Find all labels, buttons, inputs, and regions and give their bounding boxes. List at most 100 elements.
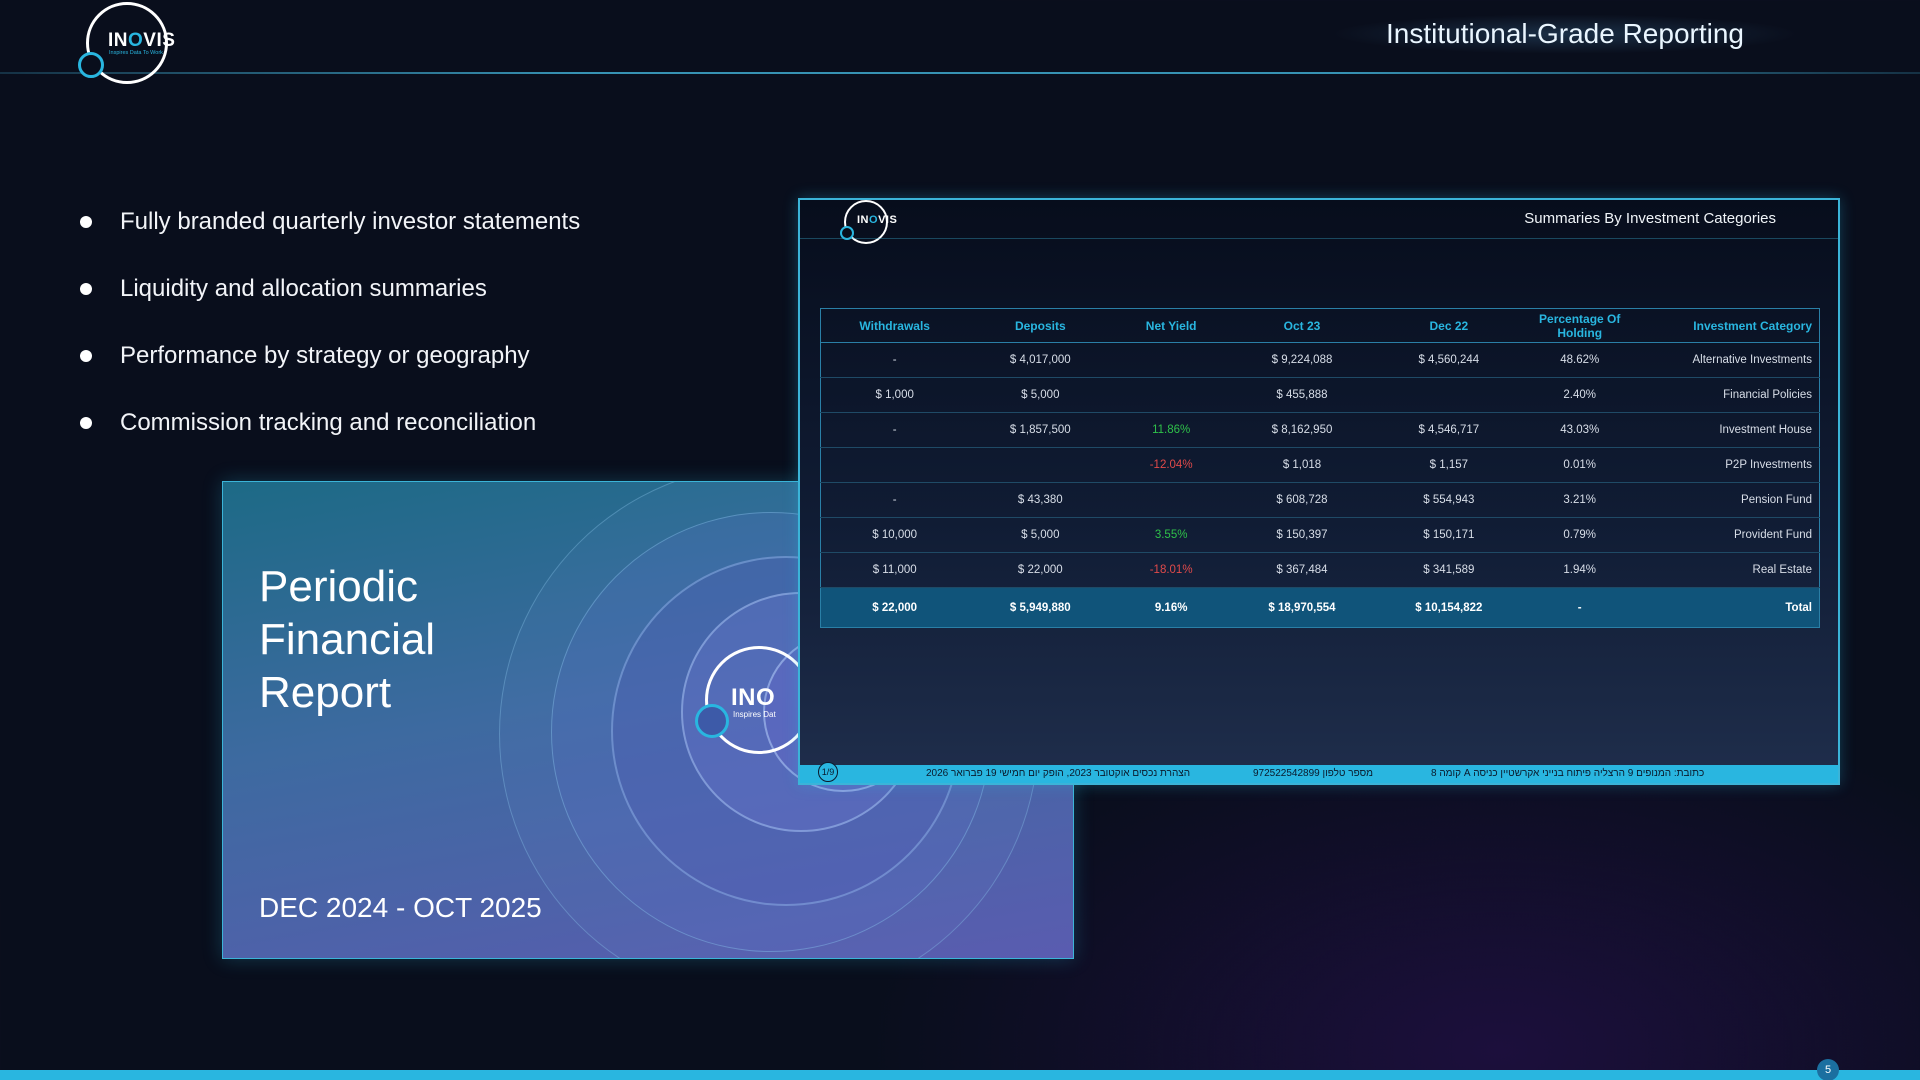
footer-phone: מספר טלפון 972522542899 xyxy=(1253,768,1373,779)
net-yield-cell xyxy=(1112,377,1231,413)
total-withdrawals-cell: $ 22,000 xyxy=(820,587,969,628)
statement-footer: 1/9 הצהרת נכסים אוקטובר 2023, הופק יום ח… xyxy=(800,762,1838,783)
net-yield-cell xyxy=(1112,482,1231,518)
feature-item: Performance by strategy or geography xyxy=(78,322,580,389)
table-row: $ 1,000 $ 5,000 $ 455,888 2.40% Financia… xyxy=(820,377,1820,413)
category-summary-table: Withdrawals Deposits Net Yield Oct 23 De… xyxy=(820,308,1820,628)
net-yield-cell: -12.04% xyxy=(1112,447,1231,483)
oct23-cell: $ 608,728 xyxy=(1230,482,1374,518)
category-cell: Alternative Investments xyxy=(1635,342,1820,378)
bottom-accent-bar xyxy=(0,1070,1920,1080)
category-cell: Real Estate xyxy=(1635,552,1820,588)
withdrawals-cell: $ 11,000 xyxy=(820,552,969,588)
logo-dot-icon xyxy=(78,52,104,78)
column-header: Dec 22 xyxy=(1373,308,1524,343)
dec22-cell: $ 4,560,244 xyxy=(1373,342,1524,378)
dec22-cell: $ 4,546,717 xyxy=(1373,412,1524,448)
category-cell: Investment House xyxy=(1635,412,1820,448)
statement-logo-wordmark: INOVIS xyxy=(857,214,898,226)
feature-text: Performance by strategy or geography xyxy=(120,341,530,369)
cover-logo-wordmark: INO xyxy=(731,684,776,711)
dec22-cell: $ 1,157 xyxy=(1373,447,1524,483)
feature-item: Commission tracking and reconciliation xyxy=(78,389,580,456)
withdrawals-cell: - xyxy=(820,342,969,378)
bullet-icon xyxy=(80,349,92,362)
holding-pct-cell: 0.79% xyxy=(1523,517,1636,553)
table-row: - $ 1,857,500 11.86% $ 8,162,950 $ 4,546… xyxy=(820,412,1820,448)
table-row: -12.04% $ 1,018 $ 1,157 0.01% P2P Invest… xyxy=(820,447,1820,483)
withdrawals-cell: - xyxy=(820,482,969,518)
bullet-icon xyxy=(80,416,92,429)
table-row: - $ 43,380 $ 608,728 $ 554,943 3.21% Pen… xyxy=(820,482,1820,518)
total-dec22-cell: $ 10,154,822 xyxy=(1373,587,1524,628)
category-cell: Pension Fund xyxy=(1635,482,1820,518)
feature-text: Fully branded quarterly investor stateme… xyxy=(120,207,581,235)
total-net-yield-cell: 9.16% xyxy=(1112,587,1231,628)
feature-item: Liquidity and allocation summaries xyxy=(78,255,580,322)
deposits-cell xyxy=(968,447,1113,483)
feature-text: Liquidity and allocation summaries xyxy=(120,274,487,302)
net-yield-cell xyxy=(1112,342,1231,378)
bullet-icon xyxy=(80,282,92,295)
statement-preview: INOVIS Summaries By Investment Categorie… xyxy=(798,198,1840,785)
net-yield-cell: 11.86% xyxy=(1112,412,1231,448)
holding-pct-cell: 3.21% xyxy=(1523,482,1636,518)
withdrawals-cell: $ 10,000 xyxy=(820,517,969,553)
table-row: $ 10,000 $ 5,000 3.55% $ 150,397 $ 150,1… xyxy=(820,517,1820,553)
header-title: Institutional-Grade Reporting xyxy=(1330,14,1800,54)
feature-text: Commission tracking and reconciliation xyxy=(120,408,537,436)
deposits-cell: $ 43,380 xyxy=(968,482,1113,518)
statement-heading: Summaries By Investment Categories xyxy=(1524,210,1776,227)
table-row: - $ 4,017,000 $ 9,224,088 $ 4,560,244 48… xyxy=(820,342,1820,378)
total-row: $ 22,000 $ 5,949,880 9.16% $ 18,970,554 … xyxy=(820,587,1820,628)
deposits-cell: $ 1,857,500 xyxy=(968,412,1113,448)
category-cell: P2P Investments xyxy=(1635,447,1820,483)
net-yield-cell: -18.01% xyxy=(1112,552,1231,588)
column-header: Oct 23 xyxy=(1230,308,1374,343)
holding-pct-cell: 0.01% xyxy=(1523,447,1636,483)
withdrawals-cell: $ 1,000 xyxy=(820,377,969,413)
slide-number-badge: 5 xyxy=(1817,1059,1839,1080)
deposits-cell: $ 5,000 xyxy=(968,517,1113,553)
column-header: Withdrawals xyxy=(820,308,969,343)
header-divider xyxy=(0,72,1920,74)
table-header-row: Withdrawals Deposits Net Yield Oct 23 De… xyxy=(820,308,1820,343)
dec22-cell xyxy=(1373,377,1524,413)
total-deposits-cell: $ 5,949,880 xyxy=(968,587,1113,628)
oct23-cell: $ 8,162,950 xyxy=(1230,412,1374,448)
cover-title: Periodic Financial Report xyxy=(259,562,436,717)
column-header: Percentage Of Holding xyxy=(1523,308,1636,343)
logo-tagline: Inspires Data To Work xyxy=(109,50,163,56)
net-yield-cell: 3.55% xyxy=(1112,517,1231,553)
holding-pct-cell: 2.40% xyxy=(1523,377,1636,413)
holding-pct-cell: 48.62% xyxy=(1523,342,1636,378)
column-header: Deposits xyxy=(968,308,1113,343)
oct23-cell: $ 150,397 xyxy=(1230,517,1374,553)
deposits-cell: $ 4,017,000 xyxy=(968,342,1113,378)
deposits-cell: $ 5,000 xyxy=(968,377,1113,413)
logo-wordmark: INOVIS xyxy=(108,30,176,51)
holding-pct-cell: 1.94% xyxy=(1523,552,1636,588)
dec22-cell: $ 150,171 xyxy=(1373,517,1524,553)
cover-period: DEC 2024 - OCT 2025 xyxy=(259,892,542,923)
feature-item: Fully branded quarterly investor stateme… xyxy=(78,188,580,255)
category-cell: Financial Policies xyxy=(1635,377,1820,413)
dec22-cell: $ 554,943 xyxy=(1373,482,1524,518)
statement-header-divider xyxy=(800,238,1838,239)
cover-logo-dot-icon xyxy=(695,704,729,738)
brand-logo: INOVIS Inspires Data To Work xyxy=(78,0,192,86)
total-label-cell: Total xyxy=(1635,587,1820,628)
withdrawals-cell: - xyxy=(820,412,969,448)
table-row: $ 11,000 $ 22,000 -18.01% $ 367,484 $ 34… xyxy=(820,552,1820,588)
column-header: Investment Category xyxy=(1635,308,1820,343)
oct23-cell: $ 1,018 xyxy=(1230,447,1374,483)
oct23-cell: $ 455,888 xyxy=(1230,377,1374,413)
total-holding-pct-cell: - xyxy=(1523,587,1636,628)
oct23-cell: $ 9,224,088 xyxy=(1230,342,1374,378)
withdrawals-cell xyxy=(820,447,969,483)
cover-logo-tagline: Inspires Dat xyxy=(733,710,776,719)
oct23-cell: $ 367,484 xyxy=(1230,552,1374,588)
footer-report-note: הצהרת נכסים אוקטובר 2023, הופק יום חמישי… xyxy=(926,768,1191,779)
footer-address: כתובת: המנופים 9 הרצליה פיתוח בנייני אקר… xyxy=(1431,768,1705,779)
dec22-cell: $ 341,589 xyxy=(1373,552,1524,588)
